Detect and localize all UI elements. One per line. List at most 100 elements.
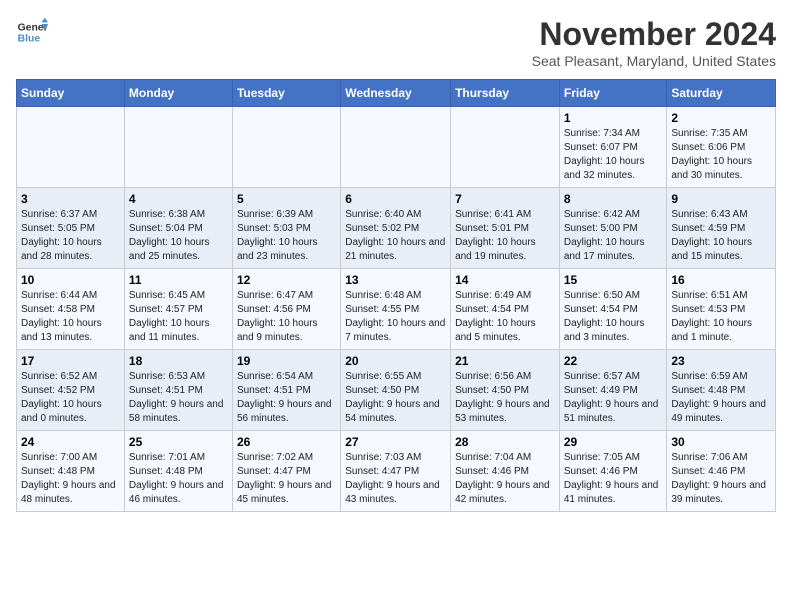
day-number: 3 — [21, 192, 120, 206]
weekday-header: Tuesday — [232, 80, 340, 107]
calendar-cell: 13 Sunrise: 6:48 AM Sunset: 4:55 PM Dayli… — [341, 269, 451, 350]
day-info: Sunrise: 6:54 AM Sunset: 4:51 PM Dayligh… — [237, 370, 336, 426]
calendar-cell: 2 Sunrise: 7:35 AM Sunset: 6:06 PM Daylig… — [667, 107, 776, 188]
title-area: November 2024 Seat Pleasant, Maryland, U… — [532, 16, 776, 69]
day-number: 10 — [21, 273, 120, 287]
calendar-cell: 5 Sunrise: 6:39 AM Sunset: 5:03 PM Daylig… — [232, 188, 340, 269]
calendar-cell: 12 Sunrise: 6:47 AM Sunset: 4:56 PM Dayli… — [232, 269, 340, 350]
day-number: 30 — [671, 435, 771, 449]
day-number: 6 — [345, 192, 446, 206]
calendar-cell: 15Sunrise: 6:50 AM Sunset: 4:54 PM Dayli… — [559, 269, 667, 350]
month-title: November 2024 — [532, 16, 776, 53]
weekday-header: Saturday — [667, 80, 776, 107]
day-info: Sunrise: 7:01 AM Sunset: 4:48 PM Dayligh… — [129, 451, 228, 507]
calendar-cell: 9 Sunrise: 6:43 AM Sunset: 4:59 PM Daylig… — [667, 188, 776, 269]
calendar-cell: 21Sunrise: 6:56 AM Sunset: 4:50 PM Dayli… — [451, 350, 560, 431]
calendar-cell: 29 Sunrise: 7:05 AM Sunset: 4:46 PM Dayli… — [559, 431, 667, 512]
day-number: 23 — [671, 354, 771, 368]
day-info: Sunrise: 6:55 AM Sunset: 4:50 PM Dayligh… — [345, 370, 446, 426]
day-info: Sunrise: 6:49 AM Sunset: 4:54 PM Dayligh… — [455, 289, 555, 345]
svg-text:Blue: Blue — [18, 34, 41, 45]
day-number: 20 — [345, 354, 446, 368]
calendar-week-row: 17Sunrise: 6:52 AM Sunset: 4:52 PM Dayli… — [17, 350, 776, 431]
calendar-week-row: 3 Sunrise: 6:37 AM Sunset: 5:05 PM Daylig… — [17, 188, 776, 269]
day-info: Sunrise: 6:37 AM Sunset: 5:05 PM Dayligh… — [21, 208, 120, 264]
calendar-cell: 1Sunrise: 7:34 AM Sunset: 6:07 PM Daylig… — [559, 107, 667, 188]
calendar-cell: 24Sunrise: 7:00 AM Sunset: 4:48 PM Dayli… — [17, 431, 125, 512]
day-number: 4 — [129, 192, 228, 206]
calendar-cell: 3 Sunrise: 6:37 AM Sunset: 5:05 PM Daylig… — [17, 188, 125, 269]
day-info: Sunrise: 7:03 AM Sunset: 4:47 PM Dayligh… — [345, 451, 446, 507]
day-info: Sunrise: 6:48 AM Sunset: 4:55 PM Dayligh… — [345, 289, 446, 345]
calendar-cell: 16Sunrise: 6:51 AM Sunset: 4:53 PM Dayli… — [667, 269, 776, 350]
day-number: 22 — [564, 354, 663, 368]
day-info: Sunrise: 6:45 AM Sunset: 4:57 PM Dayligh… — [129, 289, 228, 345]
calendar-cell: 22 Sunrise: 6:57 AM Sunset: 4:49 PM Dayli… — [559, 350, 667, 431]
day-number: 26 — [237, 435, 336, 449]
calendar-cell — [232, 107, 340, 188]
day-info: Sunrise: 6:53 AM Sunset: 4:51 PM Dayligh… — [129, 370, 228, 426]
calendar-week-row: 1Sunrise: 7:34 AM Sunset: 6:07 PM Daylig… — [17, 107, 776, 188]
calendar-cell: 25 Sunrise: 7:01 AM Sunset: 4:48 PM Dayli… — [124, 431, 232, 512]
day-number: 17 — [21, 354, 120, 368]
header: General Blue November 2024 Seat Pleasant… — [16, 16, 776, 69]
day-number: 12 — [237, 273, 336, 287]
calendar-cell: 7 Sunrise: 6:41 AM Sunset: 5:01 PM Daylig… — [451, 188, 560, 269]
calendar-cell: 27 Sunrise: 7:03 AM Sunset: 4:47 PM Dayli… — [341, 431, 451, 512]
day-info: Sunrise: 6:42 AM Sunset: 5:00 PM Dayligh… — [564, 208, 663, 264]
day-number: 28 — [455, 435, 555, 449]
weekday-header: Wednesday — [341, 80, 451, 107]
day-number: 24 — [21, 435, 120, 449]
calendar-cell: 28 Sunrise: 7:04 AM Sunset: 4:46 PM Dayli… — [451, 431, 560, 512]
day-info: Sunrise: 6:43 AM Sunset: 4:59 PM Dayligh… — [671, 208, 771, 264]
calendar-cell: 19Sunrise: 6:54 AM Sunset: 4:51 PM Dayli… — [232, 350, 340, 431]
calendar-week-row: 10 Sunrise: 6:44 AM Sunset: 4:58 PM Dayli… — [17, 269, 776, 350]
calendar-cell: 20 Sunrise: 6:55 AM Sunset: 4:50 PM Dayli… — [341, 350, 451, 431]
weekday-header: Sunday — [17, 80, 125, 107]
logo-icon: General Blue — [16, 16, 48, 48]
calendar-cell: 6 Sunrise: 6:40 AM Sunset: 5:02 PM Daylig… — [341, 188, 451, 269]
day-info: Sunrise: 6:59 AM Sunset: 4:48 PM Dayligh… — [671, 370, 771, 426]
day-info: Sunrise: 6:39 AM Sunset: 5:03 PM Dayligh… — [237, 208, 336, 264]
location-title: Seat Pleasant, Maryland, United States — [532, 53, 776, 69]
day-info: Sunrise: 7:05 AM Sunset: 4:46 PM Dayligh… — [564, 451, 663, 507]
logo: General Blue — [16, 16, 48, 48]
calendar-cell: 11Sunrise: 6:45 AM Sunset: 4:57 PM Dayli… — [124, 269, 232, 350]
weekday-header: Monday — [124, 80, 232, 107]
calendar-cell — [451, 107, 560, 188]
day-info: Sunrise: 6:47 AM Sunset: 4:56 PM Dayligh… — [237, 289, 336, 345]
calendar-cell — [341, 107, 451, 188]
day-number: 2 — [671, 111, 771, 125]
day-info: Sunrise: 7:35 AM Sunset: 6:06 PM Dayligh… — [671, 127, 771, 183]
day-info: Sunrise: 6:38 AM Sunset: 5:04 PM Dayligh… — [129, 208, 228, 264]
day-info: Sunrise: 7:02 AM Sunset: 4:47 PM Dayligh… — [237, 451, 336, 507]
calendar-cell — [17, 107, 125, 188]
day-info: Sunrise: 6:44 AM Sunset: 4:58 PM Dayligh… — [21, 289, 120, 345]
calendar-cell: 14 Sunrise: 6:49 AM Sunset: 4:54 PM Dayli… — [451, 269, 560, 350]
calendar-cell: 4 Sunrise: 6:38 AM Sunset: 5:04 PM Daylig… — [124, 188, 232, 269]
calendar-cell: 23 Sunrise: 6:59 AM Sunset: 4:48 PM Dayli… — [667, 350, 776, 431]
day-info: Sunrise: 6:57 AM Sunset: 4:49 PM Dayligh… — [564, 370, 663, 426]
day-number: 25 — [129, 435, 228, 449]
calendar-cell: 10 Sunrise: 6:44 AM Sunset: 4:58 PM Dayli… — [17, 269, 125, 350]
day-info: Sunrise: 6:40 AM Sunset: 5:02 PM Dayligh… — [345, 208, 446, 264]
day-number: 27 — [345, 435, 446, 449]
calendar-cell: 18Sunrise: 6:53 AM Sunset: 4:51 PM Dayli… — [124, 350, 232, 431]
day-info: Sunrise: 6:41 AM Sunset: 5:01 PM Dayligh… — [455, 208, 555, 264]
weekday-header-row: SundayMondayTuesdayWednesdayThursdayFrid… — [17, 80, 776, 107]
day-info: Sunrise: 6:50 AM Sunset: 4:54 PM Dayligh… — [564, 289, 663, 345]
day-number: 13 — [345, 273, 446, 287]
day-number: 7 — [455, 192, 555, 206]
day-info: Sunrise: 6:56 AM Sunset: 4:50 PM Dayligh… — [455, 370, 555, 426]
day-number: 14 — [455, 273, 555, 287]
calendar-week-row: 24Sunrise: 7:00 AM Sunset: 4:48 PM Dayli… — [17, 431, 776, 512]
day-number: 9 — [671, 192, 771, 206]
day-info: Sunrise: 6:51 AM Sunset: 4:53 PM Dayligh… — [671, 289, 771, 345]
calendar-cell: 8 Sunrise: 6:42 AM Sunset: 5:00 PM Daylig… — [559, 188, 667, 269]
day-number: 8 — [564, 192, 663, 206]
day-info: Sunrise: 7:06 AM Sunset: 4:46 PM Dayligh… — [671, 451, 771, 507]
calendar-cell — [124, 107, 232, 188]
day-number: 29 — [564, 435, 663, 449]
day-info: Sunrise: 7:04 AM Sunset: 4:46 PM Dayligh… — [455, 451, 555, 507]
day-number: 5 — [237, 192, 336, 206]
